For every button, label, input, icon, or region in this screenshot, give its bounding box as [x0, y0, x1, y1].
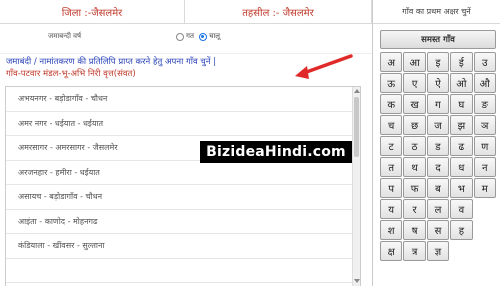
scroll-down-icon[interactable]: [354, 279, 360, 283]
letter-key[interactable]: ल: [426, 199, 450, 219]
letter-key[interactable]: ए: [403, 73, 426, 93]
letter-key[interactable]: घ: [450, 94, 473, 114]
list-item[interactable]: कंडियाला - खींवसर - सुल्ताना: [6, 234, 360, 259]
letter-key[interactable]: ङ: [473, 94, 496, 114]
district-label: जिला :-जैसलमेर: [61, 7, 123, 19]
letter-key[interactable]: ओ: [450, 73, 473, 93]
jamabandi-year-label: जमाबन्दी वर्ष: [48, 32, 82, 40]
letter-key[interactable]: क्ष: [380, 241, 403, 261]
radio-current-year-label: चालू: [208, 32, 220, 40]
list-item[interactable]: [6, 259, 360, 283]
letter-key[interactable]: ष: [403, 220, 426, 240]
letter-key[interactable]: झ: [450, 115, 473, 135]
letter-key[interactable]: व: [450, 199, 473, 219]
letter-key[interactable]: ग: [426, 94, 450, 114]
letter-key[interactable]: ख: [403, 94, 426, 114]
letter-key[interactable]: इ: [426, 52, 450, 72]
letter-key[interactable]: भ: [450, 178, 473, 198]
letter-key[interactable]: त्र: [403, 241, 426, 261]
letter-grid: अ आ इ ई उ ऊ ए ऐ ओ औ क ख ग घ ङ च छ ज झ ञ: [380, 52, 496, 262]
tehsil-label: तहसील :- जैसलमेर: [242, 7, 314, 19]
letter-key[interactable]: त: [380, 157, 403, 177]
letter-key[interactable]: छ: [403, 115, 426, 135]
letter-key[interactable]: ज्ञ: [426, 241, 450, 261]
letter-key[interactable]: य: [380, 199, 403, 219]
radio-current-year[interactable]: चालू: [198, 32, 220, 41]
year-radio-group: गत चालू: [176, 32, 220, 41]
letter-key[interactable]: स: [426, 220, 450, 240]
letter-key[interactable]: ध: [450, 157, 473, 177]
list-item[interactable]: असायच - बड़ोडागाँव - चौधन: [6, 185, 360, 210]
letter-key[interactable]: ञ: [473, 115, 496, 135]
radio-current-year-circle[interactable]: [198, 32, 207, 41]
scroll-thumb[interactable]: [354, 97, 359, 157]
letter-key[interactable]: क: [380, 94, 403, 114]
radio-previous-year-label: गत: [186, 32, 194, 40]
letter-key[interactable]: ण: [473, 136, 496, 156]
red-arrow-icon: [295, 54, 353, 79]
letter-key[interactable]: च: [380, 115, 403, 135]
letter-key[interactable]: ब: [426, 178, 450, 198]
letter-key[interactable]: ढ: [450, 136, 473, 156]
list-item[interactable]: अरजनहार - हमीरा - धईयात: [6, 161, 360, 185]
letter-key[interactable]: ज: [426, 115, 450, 135]
radio-previous-year-circle[interactable]: [176, 32, 184, 41]
letter-key[interactable]: उ: [473, 52, 496, 72]
list-item[interactable]: अमर नगर - धईयात - धईयात: [6, 112, 360, 136]
letter-key[interactable]: ऐ: [426, 73, 450, 93]
letter-key[interactable]: फ: [403, 178, 426, 198]
list-item[interactable]: अभयनगर - बड़ोडागाँव - चौधन: [6, 87, 360, 112]
letter-key[interactable]: ट: [380, 136, 403, 156]
letter-panel-title: गाँव का प्रथम अक्षर चुनें: [373, 0, 500, 24]
letter-key[interactable]: श: [380, 220, 403, 240]
watermark-logo: BizideaHindi.com: [200, 141, 352, 163]
column-format-text: गाँव-पटवार मंडल-भू-अभि निरी वृत्त(संवत): [6, 69, 136, 79]
village-list[interactable]: अभयनगर - बड़ोडागाँव - चौधन अमर नगर - धईय…: [5, 86, 361, 286]
letter-key[interactable]: र: [403, 199, 426, 219]
district-header: जिला :-जैसलमेर: [0, 0, 185, 24]
all-villages-button[interactable]: समस्त गाँव: [380, 30, 496, 49]
letter-key[interactable]: अ: [380, 52, 403, 72]
letter-key[interactable]: ह: [450, 220, 473, 240]
tehsil-header: तहसील :- जैसलमेर: [185, 0, 372, 24]
list-item[interactable]: आइंता - काणोद - मोहनगढ: [6, 210, 360, 234]
letter-panel: गाँव का प्रथम अक्षर चुनें समस्त गाँव अ आ…: [372, 0, 500, 286]
letter-key[interactable]: ठ: [403, 136, 426, 156]
letter-key[interactable]: ड: [426, 136, 450, 156]
letter-key[interactable]: न: [473, 157, 496, 177]
radio-previous-year[interactable]: गत: [176, 32, 194, 41]
letter-key[interactable]: प: [380, 178, 403, 198]
letter-key[interactable]: आ: [403, 52, 426, 72]
letter-key[interactable]: द: [426, 157, 450, 177]
left-panel: जिला :-जैसलमेर तहसील :- जैसलमेर जमाबन्दी…: [0, 0, 372, 286]
scroll-up-icon[interactable]: [354, 89, 360, 93]
letter-key[interactable]: औ: [473, 73, 496, 93]
jamabandi-year-row: जमाबन्दी वर्ष गत चालू: [0, 24, 372, 54]
letter-key[interactable]: ऊ: [380, 73, 403, 93]
instruction-text: जमाबंदी / नामांतकरण की प्रतिलिपि प्राप्त…: [6, 57, 217, 67]
letter-key[interactable]: ई: [450, 52, 473, 72]
letter-key[interactable]: थ: [403, 157, 426, 177]
list-scrollbar[interactable]: [352, 87, 360, 286]
letter-key[interactable]: म: [473, 178, 496, 198]
